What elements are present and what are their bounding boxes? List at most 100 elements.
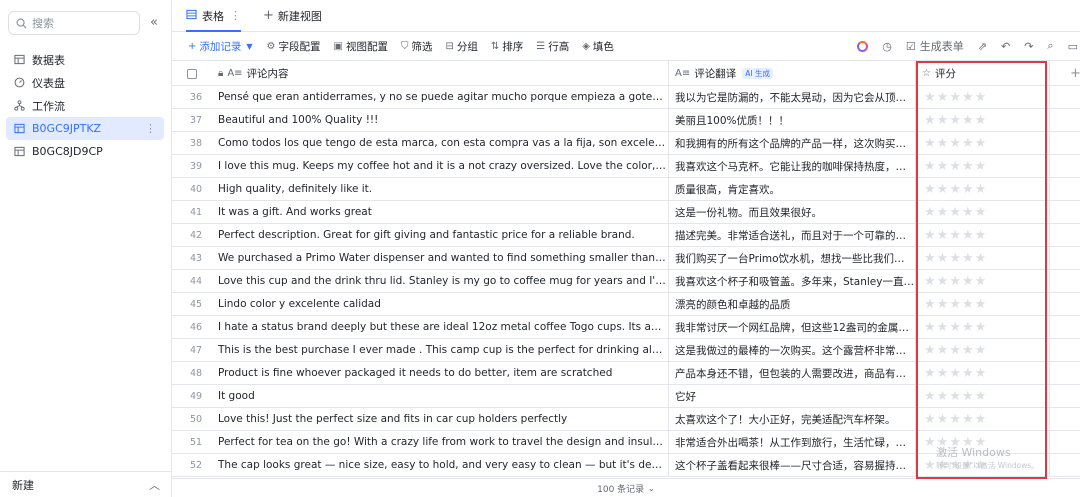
search-records-icon[interactable]: ⌕ <box>1047 39 1053 53</box>
group-button[interactable]: ⊟ 分组 <box>445 39 477 54</box>
rating-cell[interactable]: ★ ★ ★ ★ ★ <box>916 132 1050 154</box>
translation-cell[interactable]: 漂亮的颜色和卓越的品质 <box>669 293 916 315</box>
sort-button[interactable]: ⇅ 排序 <box>491 39 523 54</box>
star-icon[interactable]: ★ <box>924 367 936 380</box>
star-icon[interactable]: ★ <box>962 91 974 104</box>
star-icon[interactable]: ★ <box>975 229 987 242</box>
comment-cell[interactable]: Love this! Just the perfect size and fit… <box>212 408 669 430</box>
comment-cell[interactable]: Perfect description. Great for gift givi… <box>212 224 669 246</box>
star-icon[interactable]: ★ <box>937 137 949 150</box>
star-icon[interactable]: ★ <box>975 160 987 173</box>
generate-form-button[interactable]: ☑ 生成表单 <box>906 38 964 54</box>
translation-cell[interactable]: 这是我做过的最棒的一次购买。这个露营杯非常适... <box>669 339 916 361</box>
star-icon[interactable]: ★ <box>924 114 936 127</box>
star-icon[interactable]: ★ <box>937 114 949 127</box>
search-box[interactable]: 搜索 <box>8 11 140 35</box>
new-view-button[interactable]: + 新建视图 <box>263 8 322 24</box>
column-header-rating[interactable]: ☆ 评分 <box>916 61 1050 86</box>
star-icon[interactable]: ★ <box>937 91 949 104</box>
star-icon[interactable]: ★ <box>975 298 987 311</box>
star-icon[interactable]: ★ <box>937 344 949 357</box>
star-icon[interactable]: ★ <box>924 229 936 242</box>
star-icon[interactable]: ★ <box>937 160 949 173</box>
sidebar-item-b0gc9jptkz[interactable]: B0GC9JPTKZ ⋮ <box>6 117 164 140</box>
add-column-button[interactable]: + <box>1070 61 1080 86</box>
rating-cell[interactable]: ★ ★ ★ ★ ★ <box>916 247 1050 269</box>
table-row[interactable]: 36 Pensé que eran antiderrames, y no se p… <box>172 86 1080 109</box>
star-icon[interactable]: ★ <box>962 160 974 173</box>
translation-cell[interactable]: 这是一份礼物。而且效果很好。 <box>669 201 916 223</box>
column-header-translation[interactable]: A≡ 评论翻译 AI 生成 <box>669 61 916 86</box>
star-icon[interactable]: ★ <box>975 91 987 104</box>
rating-cell[interactable]: ★ ★ ★ ★ ★ <box>916 293 1050 315</box>
table-row[interactable]: 45 Lindo color y excelente calidad 漂亮的颜色和卓… <box>172 293 1080 316</box>
translation-cell[interactable]: 描述完美。非常适合送礼，而且对于一个可靠的品... <box>669 224 916 246</box>
sidebar-item-datatable[interactable]: 数据表 <box>6 48 164 71</box>
translation-cell[interactable]: 和我拥有的所有这个品牌的产品一样，这次购买你... <box>669 132 916 154</box>
star-icon[interactable]: ★ <box>924 413 936 426</box>
table-row[interactable]: 38 Como todos los que tengo de esta marca… <box>172 132 1080 155</box>
comment-cell[interactable]: Perfect for tea on the go! With a crazy … <box>212 431 669 453</box>
star-icon[interactable]: ★ <box>924 275 936 288</box>
star-icon[interactable]: ★ <box>962 344 974 357</box>
comment-cell[interactable]: High quality, definitely like it. <box>212 178 669 200</box>
table-row[interactable]: 49 It good 它好 ★ ★ ★ ★ ★ <box>172 385 1080 408</box>
comment-cell[interactable]: The cap looks great — nice size, easy to… <box>212 454 669 476</box>
table-row[interactable]: 40 High quality, definitely like it. 质量很高，… <box>172 178 1080 201</box>
comment-cell[interactable]: This is the best purchase I ever made . … <box>212 339 669 361</box>
ai-assistant-icon[interactable] <box>857 40 869 52</box>
star-icon[interactable]: ★ <box>962 252 974 265</box>
star-icon[interactable]: ★ <box>924 298 936 311</box>
comment-cell[interactable]: We purchased a Primo Water dispenser and… <box>212 247 669 269</box>
tab-grid-view[interactable]: 表格 ⋮ <box>186 0 241 32</box>
star-icon[interactable]: ★ <box>962 390 974 403</box>
rating-cell[interactable]: ★ ★ ★ ★ ★ <box>916 109 1050 131</box>
table-row[interactable]: 37 Beautiful and 100% Quality !!! 美丽且100%优… <box>172 109 1080 132</box>
star-icon[interactable]: ★ <box>962 206 974 219</box>
star-icon[interactable]: ★ <box>962 229 974 242</box>
table-row[interactable]: 39 I love this mug. Keeps my coffee hot a… <box>172 155 1080 178</box>
translation-cell[interactable]: 我们购买了一台Primo饮水机，想找一些比我们的大... <box>669 247 916 269</box>
star-icon[interactable]: ★ <box>949 390 961 403</box>
comment-cell[interactable]: Beautiful and 100% Quality !!! <box>212 109 669 131</box>
star-icon[interactable]: ★ <box>962 114 974 127</box>
column-header-comment[interactable]: 🔒︎ A≡ 评论内容 <box>212 61 669 86</box>
comment-cell[interactable]: I hate a status brand deeply but these a… <box>212 316 669 338</box>
star-icon[interactable]: ★ <box>949 114 961 127</box>
rating-cell[interactable]: ★ ★ ★ ★ ★ <box>916 178 1050 200</box>
star-icon[interactable]: ★ <box>975 344 987 357</box>
comment-cell[interactable]: Pensé que eran antiderrames, y no se pue… <box>212 86 669 108</box>
translation-cell[interactable]: 这个杯子盖看起来很棒——尺寸合适，容易握持，也... <box>669 454 916 476</box>
star-icon[interactable]: ★ <box>924 252 936 265</box>
translation-cell[interactable]: 质量很高，肯定喜欢。 <box>669 178 916 200</box>
comment-icon[interactable]: ▭ <box>1068 40 1078 53</box>
undo-icon[interactable]: ↶ <box>1001 40 1010 53</box>
translation-cell[interactable]: 美丽且100%优质！！！ <box>669 109 916 131</box>
star-icon[interactable]: ★ <box>949 252 961 265</box>
rating-cell[interactable]: ★ ★ ★ ★ ★ <box>916 408 1050 430</box>
rating-cell[interactable]: ★ ★ ★ ★ ★ <box>916 201 1050 223</box>
view-config-button[interactable]: ▣ 视图配置 <box>334 39 388 54</box>
new-button[interactable]: 新建 <box>12 477 34 493</box>
star-icon[interactable]: ★ <box>975 183 987 196</box>
translation-cell[interactable]: 产品本身还不错，但包装的人需要改进，商品有划... <box>669 362 916 384</box>
table-row[interactable]: 42 Perfect description. Great for gift gi… <box>172 224 1080 247</box>
star-icon[interactable]: ★ <box>949 321 961 334</box>
star-icon[interactable]: ★ <box>937 298 949 311</box>
star-icon[interactable]: ★ <box>962 413 974 426</box>
star-icon[interactable]: ★ <box>937 252 949 265</box>
star-icon[interactable]: ★ <box>949 367 961 380</box>
row-height-button[interactable]: ☰ 行高 <box>536 39 569 54</box>
rating-cell[interactable]: ★ ★ ★ ★ ★ <box>916 362 1050 384</box>
comment-cell[interactable]: Product is fine whoever packaged it need… <box>212 362 669 384</box>
comment-cell[interactable]: It was a gift. And works great <box>212 201 669 223</box>
table-row[interactable]: 43 We purchased a Primo Water dispenser a… <box>172 247 1080 270</box>
more-options-icon[interactable]: ⋮ <box>230 9 241 22</box>
star-icon[interactable]: ★ <box>937 390 949 403</box>
star-icon[interactable]: ★ <box>949 344 961 357</box>
more-options-icon[interactable]: ⋮ <box>145 122 156 135</box>
star-icon[interactable]: ★ <box>937 413 949 426</box>
rating-cell[interactable]: ★ ★ ★ ★ ★ <box>916 316 1050 338</box>
star-icon[interactable]: ★ <box>962 183 974 196</box>
chevron-up-icon[interactable]: ︿ <box>149 477 160 493</box>
